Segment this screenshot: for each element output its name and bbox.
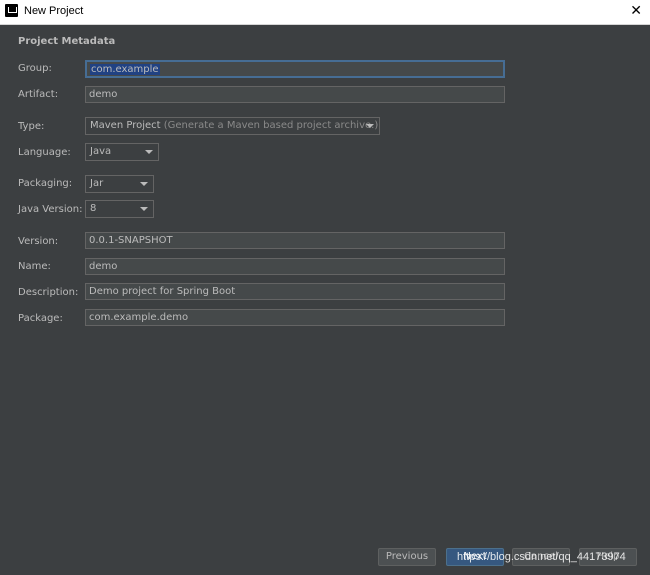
type-label: Type: xyxy=(18,121,45,132)
version-label: Version: xyxy=(18,236,59,247)
close-icon[interactable]: ✕ xyxy=(630,3,642,19)
java-version-label: Java Version: xyxy=(18,204,83,215)
version-input[interactable]: 0.0.1-SNAPSHOT xyxy=(85,232,505,249)
package-input[interactable]: com.example.demo xyxy=(85,309,505,326)
java-version-select[interactable]: 8 xyxy=(85,200,154,218)
description-input[interactable]: Demo project for Spring Boot xyxy=(85,283,505,300)
previous-button[interactable]: Previous xyxy=(378,548,436,566)
name-label: Name: xyxy=(18,261,51,272)
package-label: Package: xyxy=(18,313,63,324)
intellij-icon xyxy=(5,4,18,17)
group-input[interactable]: com.example xyxy=(85,60,505,78)
name-input[interactable]: demo xyxy=(85,258,505,275)
packaging-label: Packaging: xyxy=(18,178,73,189)
section-title: Project Metadata xyxy=(18,36,116,47)
type-hint: (Generate a Maven based project archive.… xyxy=(163,120,379,131)
chevron-down-icon xyxy=(140,182,148,186)
group-value: com.example xyxy=(90,64,160,75)
watermark: https://blog.csdn.net/qq_44173974 xyxy=(457,551,626,563)
java-version-value: 8 xyxy=(90,203,97,214)
description-label: Description: xyxy=(18,287,79,298)
type-select[interactable]: Maven Project (Generate a Maven based pr… xyxy=(85,117,380,135)
window-title: New Project xyxy=(24,5,84,17)
language-value: Java xyxy=(90,146,112,157)
packaging-value: Jar xyxy=(90,178,104,189)
new-project-dialog: New Project ✕ Project Metadata Group: co… xyxy=(0,0,650,575)
title-bar: New Project ✕ xyxy=(0,0,650,25)
packaging-select[interactable]: Jar xyxy=(85,175,154,193)
artifact-label: Artifact: xyxy=(18,89,59,100)
chevron-down-icon xyxy=(145,150,153,154)
chevron-down-icon xyxy=(140,207,148,211)
group-label: Group: xyxy=(18,63,52,74)
artifact-input[interactable]: demo xyxy=(85,86,505,103)
language-label: Language: xyxy=(18,147,71,158)
chevron-down-icon xyxy=(366,124,374,128)
language-select[interactable]: Java xyxy=(85,143,159,161)
type-value: Maven Project xyxy=(90,120,161,131)
